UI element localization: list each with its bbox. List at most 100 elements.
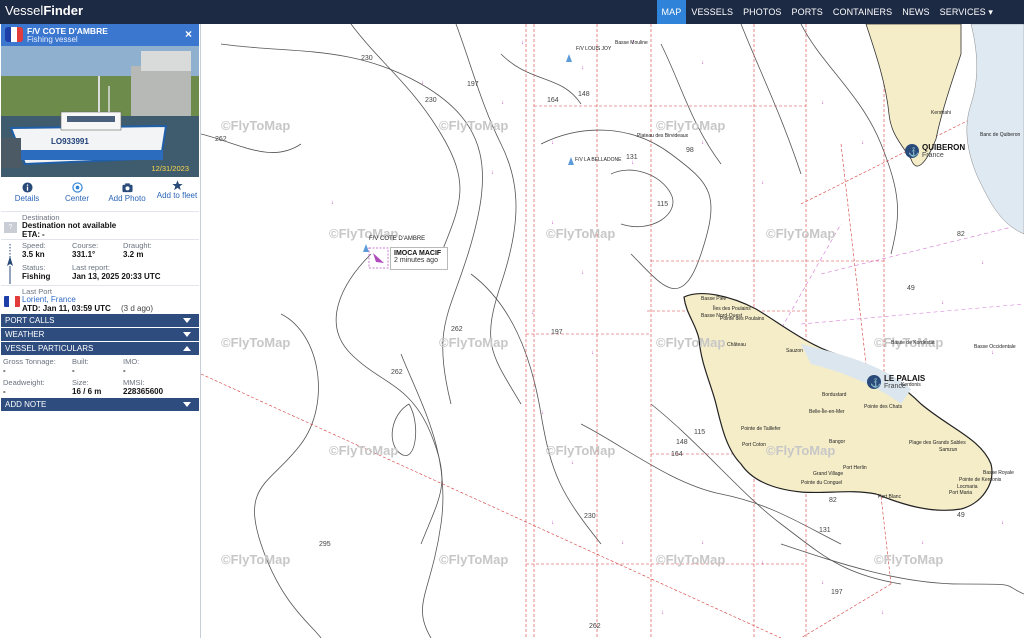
depth-label: 148 xyxy=(578,91,590,98)
weather-toggle[interactable]: WEATHER xyxy=(1,328,199,341)
svg-text:Pointe de Kerdonis: Pointe de Kerdonis xyxy=(959,477,1002,483)
svg-text:Basse de Kordestat: Basse de Kordestat xyxy=(891,340,935,346)
last-port-link[interactable]: Lorient, France xyxy=(22,295,76,304)
top-nav-bar: VesselFinder MAP VESSELS PHOTOS PORTS CO… xyxy=(0,0,1024,24)
mmsi-label: MMSI: xyxy=(123,378,145,387)
depth-label: 49 xyxy=(957,512,965,519)
vessel-photo[interactable]: LO933991 12/31/2023 xyxy=(1,46,199,177)
nav-ports[interactable]: PORTS xyxy=(787,0,828,24)
svg-text:©FlyToMap: ©FlyToMap xyxy=(656,552,725,567)
size-value: 16 / 6 m xyxy=(72,387,102,396)
depth-label: 197 xyxy=(551,329,563,336)
nav-services[interactable]: SERVICES ▾ xyxy=(935,0,998,24)
svg-text:Basse Occidentale: Basse Occidentale xyxy=(974,344,1016,350)
add-to-fleet-label: Add to fleet xyxy=(156,191,198,200)
svg-text:©FlyToMap: ©FlyToMap xyxy=(439,118,508,133)
add-note-label: ADD NOTE xyxy=(5,400,47,409)
svg-text:Port Herlin: Port Herlin xyxy=(843,465,867,471)
vessel-photo-image: LO933991 xyxy=(1,46,199,177)
depth-label: 262 xyxy=(589,623,601,630)
svg-text:F/V LA BELLADONE: F/V LA BELLADONE xyxy=(575,157,622,163)
star-icon xyxy=(171,180,183,191)
svg-text:↓: ↓ xyxy=(991,350,994,356)
draught-label: Draught: xyxy=(123,241,152,250)
svg-text:Bangor: Bangor xyxy=(829,439,845,445)
svg-text:↓: ↓ xyxy=(941,300,944,306)
depth-label: 262 xyxy=(451,326,463,333)
svg-text:Basse Royale: Basse Royale xyxy=(983,470,1014,476)
depth-label: 164 xyxy=(547,97,559,104)
last-report-value: Jan 13, 2025 20:33 UTC xyxy=(72,272,161,281)
center-button[interactable]: Center xyxy=(54,182,100,203)
vessel-marker xyxy=(363,244,369,252)
svg-text:©FlyToMap: ©FlyToMap xyxy=(439,335,508,350)
depth-label: 82 xyxy=(829,497,837,504)
svg-text:↓: ↓ xyxy=(821,580,824,586)
panel-header: F/V COTE D'AMBRE Fishing vessel × xyxy=(1,24,199,46)
depth-label: 115 xyxy=(657,201,668,208)
depth-label: 148 xyxy=(676,439,688,446)
port-label-le-palais[interactable]: LE PALAIS xyxy=(884,374,925,383)
size-label: Size: xyxy=(72,378,89,387)
particulars-section: Gross Tonnage: - Built: - IMO: - Deadwei… xyxy=(1,356,199,397)
add-photo-button[interactable]: Add Photo xyxy=(104,182,150,203)
center-label: Center xyxy=(64,194,89,203)
nav-containers[interactable]: CONTAINERS xyxy=(828,0,897,24)
status-label: Status: xyxy=(22,263,46,272)
depth-label: 82 xyxy=(957,231,965,238)
vessel-particulars-toggle[interactable]: VESSEL PARTICULARS xyxy=(1,342,199,355)
unknown-flag-icon: ? xyxy=(4,222,17,233)
svg-text:↓: ↓ xyxy=(701,540,704,546)
svg-text:⚓: ⚓ xyxy=(870,377,881,388)
svg-text:⚓: ⚓ xyxy=(908,146,919,157)
nautical-map[interactable]: ↓ ↓ ↓ ↓ ↓ ↓ ↓ ↓ ↓ ↓ ↓ ↓ ↓ ↓ ↓ ↓ ↓ ↓ ↓ ↓ ↓ ↓ ↓ ↓ ↓ ↓ ↓ ↓ ↓ ↓ ↓ ↓ … xyxy=(201,24,1024,638)
add-to-fleet-button[interactable]: Add to fleet xyxy=(154,180,200,200)
nav-photos[interactable]: PHOTOS xyxy=(738,0,786,24)
nav-vessels[interactable]: VESSELS xyxy=(686,0,738,24)
chevron-up-icon xyxy=(183,346,191,351)
port-calls-label: PORT CALLS xyxy=(5,316,55,325)
svg-text:↓: ↓ xyxy=(761,560,764,566)
popup-time: 2 minutes ago xyxy=(394,257,438,264)
svg-text:Belle-Île-en-Mer: Belle-Île-en-Mer xyxy=(809,408,845,415)
svg-text:↓: ↓ xyxy=(761,180,764,186)
nav-map[interactable]: MAP xyxy=(656,0,687,24)
atd-ago: (3 d ago) xyxy=(121,304,154,313)
details-button[interactable]: Details xyxy=(4,182,50,203)
vessel-popup[interactable]: IMOCA MACIF 2 minutes ago xyxy=(390,247,448,270)
status-value: Fishing xyxy=(22,272,51,281)
port-calls-toggle[interactable]: PORT CALLS xyxy=(1,314,199,327)
svg-text:↓: ↓ xyxy=(491,170,494,176)
svg-text:↓: ↓ xyxy=(701,140,704,146)
close-icon[interactable]: × xyxy=(185,27,192,41)
svg-text:↓: ↓ xyxy=(881,610,884,616)
vesselfinder-logo[interactable]: VesselFinder xyxy=(5,3,83,18)
course-arrow-icon xyxy=(7,244,13,284)
hull-number: LO933991 xyxy=(51,137,89,146)
svg-text:Îles des Poulains: Îles des Poulains xyxy=(712,305,751,312)
depth-label: 197 xyxy=(831,589,843,596)
selected-vessel-marker xyxy=(373,253,384,263)
vessel-type: Fishing vessel xyxy=(27,35,78,44)
chart-canvas: ↓↓↓↓ ↓↓↓↓ ↓↓↓↓ ↓↓↓↓ ↓↓↓↓ ↓↓↓↓ ↓↓↓↓ ↓↓↓↓ … xyxy=(201,24,1024,638)
svg-text:©FlyToMap: ©FlyToMap xyxy=(221,118,290,133)
port-label-quiberon[interactable]: QUIBERON xyxy=(922,143,965,152)
add-photo-label: Add Photo xyxy=(108,194,146,203)
depth-label: 49 xyxy=(907,285,915,292)
nav-news[interactable]: NEWS xyxy=(897,0,934,24)
speed-value: 3.5 kn xyxy=(22,250,45,259)
last-port-section: Last Port Lorient, France ATD: Jan 11, 0… xyxy=(1,285,199,315)
depth-label: 295 xyxy=(319,541,331,548)
port-country-le-palais: France xyxy=(884,383,906,390)
svg-text:↓: ↓ xyxy=(821,100,824,106)
svg-text:↓: ↓ xyxy=(591,350,594,356)
deadweight-label: Deadweight: xyxy=(3,378,45,387)
svg-text:Samzun: Samzun xyxy=(939,447,958,453)
vessel-particulars-label: VESSEL PARTICULARS xyxy=(5,344,94,353)
vessel-marker xyxy=(566,54,572,62)
svg-text:©FlyToMap: ©FlyToMap xyxy=(874,552,943,567)
svg-text:Port Maria: Port Maria xyxy=(949,490,972,496)
depth-label: 230 xyxy=(584,513,596,520)
add-note-toggle[interactable]: ADD NOTE xyxy=(1,398,199,411)
depth-label: 197 xyxy=(467,81,479,88)
